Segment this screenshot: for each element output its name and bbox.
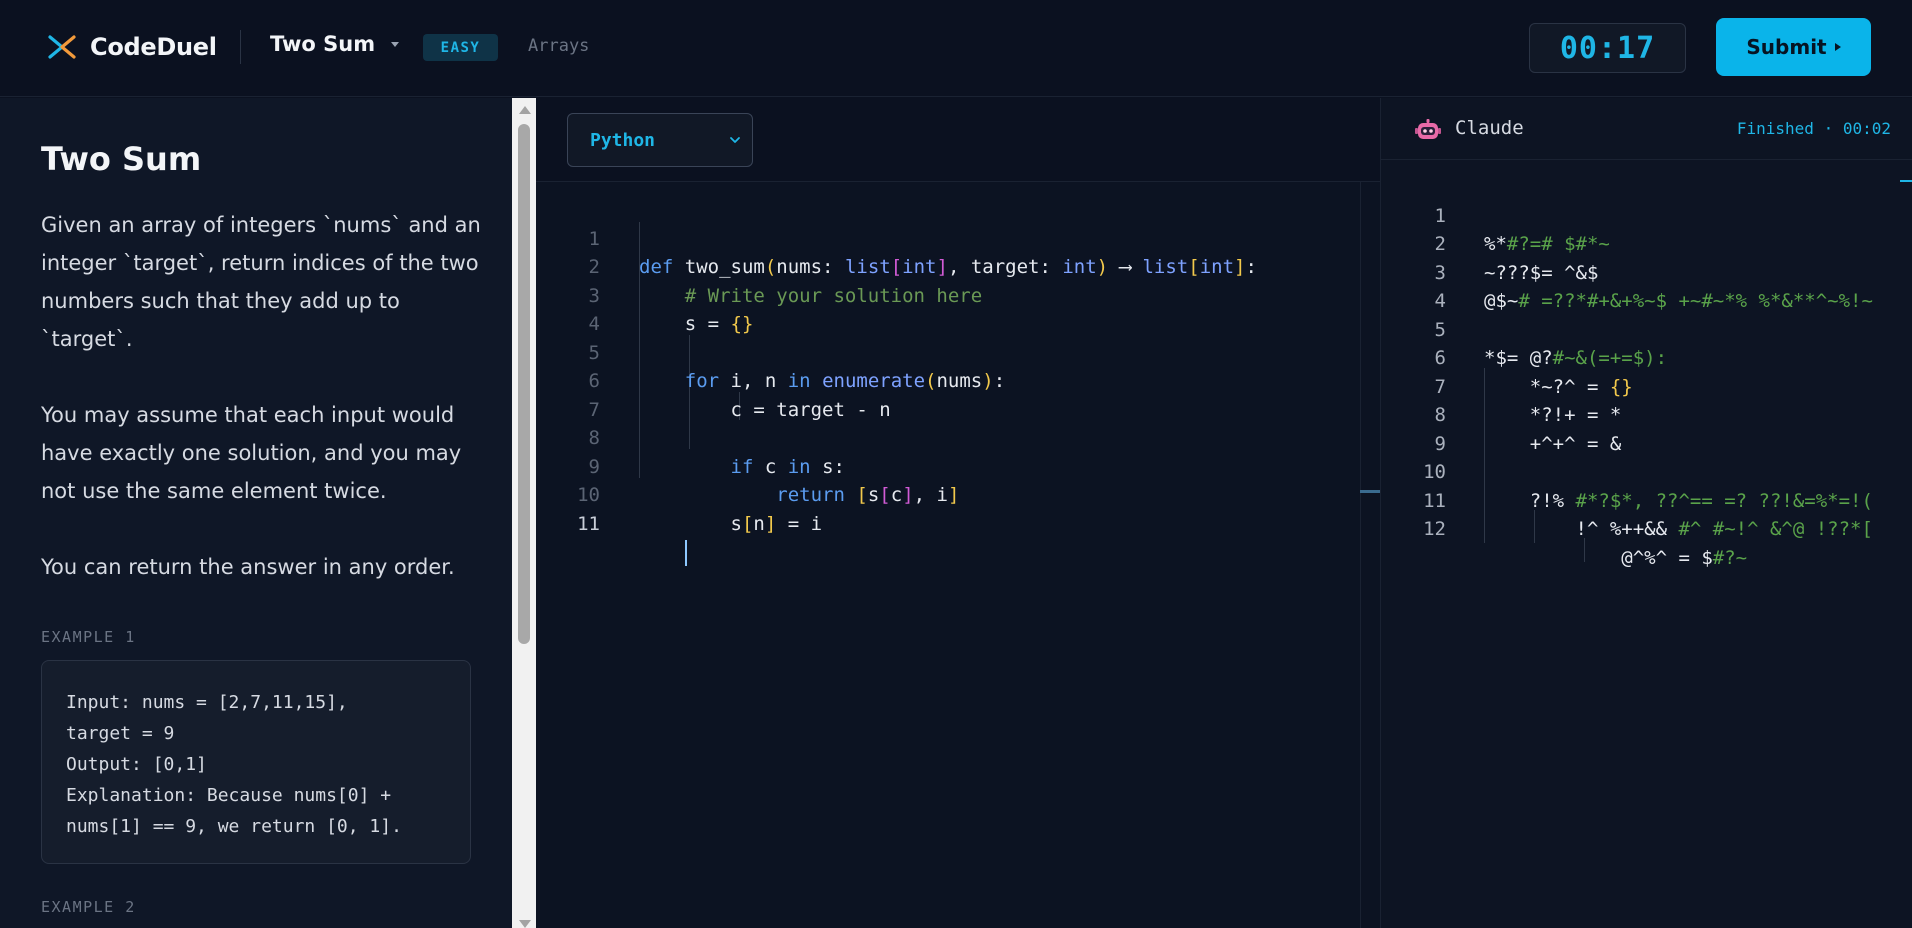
obfuscated-line: 11 !^ %++&& #^ #~!^ &^@ !??*[	[1381, 458, 1912, 541]
minimap-divider	[1360, 182, 1361, 928]
description-body: Given an array of integers `nums` and an…	[41, 206, 481, 624]
line-number: 11	[577, 512, 600, 535]
scroll-down-arrow-icon[interactable]	[519, 920, 531, 928]
opponent-header: Claude Finished · 00:02	[1381, 98, 1912, 160]
code-line: 4	[536, 282, 1380, 335]
opponent-panel: Claude Finished · 00:02 1 %*#?=# $#*~ 2 …	[1380, 98, 1912, 928]
obfuscated-line: 5 *$= @?#~&(=+=$):	[1381, 287, 1912, 370]
code-editor[interactable]: Python 1 def two_sum(nums: list[int], ta…	[536, 98, 1380, 928]
code-line: 6 c = target - n	[536, 339, 1380, 421]
description-title: Two Sum	[41, 140, 202, 178]
code-line: 1 def two_sum(nums: list[int], target: i…	[536, 196, 1380, 279]
obfuscated-line: 4	[1381, 259, 1912, 312]
language-select[interactable]: Python	[567, 113, 753, 167]
topic-tag: Arrays	[528, 36, 590, 56]
robot-icon	[1415, 119, 1441, 139]
code-line: 10 s[n] = i	[536, 453, 1380, 535]
app-logo[interactable]: CodeDuel	[46, 30, 217, 64]
opponent-name: Claude	[1455, 117, 1524, 139]
obfuscated-line: 9	[1381, 401, 1912, 455]
submit-button[interactable]: Submit	[1716, 18, 1871, 76]
top-bar: CodeDuel Two Sum EASY Arrays 00:17 Submi…	[0, 0, 1912, 97]
line-number: 12	[1423, 518, 1446, 540]
obfuscated-line: 8 +^+^ = &	[1381, 373, 1912, 455]
code-line: 7	[536, 367, 1380, 421]
code-line: 9 return [s[c], i]	[536, 424, 1380, 507]
logo-icon	[46, 31, 78, 63]
play-icon	[1834, 43, 1841, 51]
description-paragraph: You may assume that each input would hav…	[41, 403, 462, 503]
description-paragraph: Given an array of integers `nums` and an…	[41, 213, 481, 351]
example-1-label: EXAMPLE 1	[41, 628, 136, 646]
problem-description-panel: Two Sum Given an array of integers `nums…	[0, 98, 512, 928]
obfuscated-line: 1 %*#?=# $#*~	[1381, 173, 1912, 256]
opponent-scroll-indicator	[1900, 180, 1912, 182]
example-2-label: EXAMPLE 2	[41, 898, 136, 916]
chevron-down-icon	[730, 137, 740, 143]
obfuscated-line: 3 @$~# =??*#+&+%~$ +~#~*% %*&**^~%!~	[1381, 230, 1912, 313]
example-1-box: Input: nums = [2,7,11,15], target = 9 Ou…	[41, 660, 471, 864]
scroll-up-arrow-icon[interactable]	[519, 106, 531, 114]
code-line: 8 if c in s:	[536, 396, 1380, 478]
app-name: CodeDuel	[90, 33, 217, 61]
obfuscated-line: 12 @^%^ = $#?~	[1381, 487, 1912, 569]
text-cursor	[684, 539, 687, 566]
header-divider	[240, 30, 241, 64]
minimap-indicator[interactable]	[1360, 490, 1380, 493]
chevron-down-icon	[391, 41, 400, 47]
description-paragraph: You can return the answer in any order.	[41, 555, 455, 579]
opponent-code-obfuscated: 1 %*#?=# $#*~ 2 ~???$= ^&$ 3 @$~# =??*#+…	[1381, 160, 1912, 928]
code-area[interactable]: 1 def two_sum(nums: list[int], target: i…	[536, 182, 1380, 928]
timer: 00:17	[1529, 23, 1686, 73]
difficulty-badge: EASY	[423, 34, 498, 61]
obfuscated-line: 2 ~???$= ^&$	[1381, 202, 1912, 284]
editor-toolbar: Python	[536, 98, 1380, 182]
scroll-thumb[interactable]	[518, 124, 530, 644]
language-value: Python	[590, 129, 656, 151]
obfuscated-line: 10 ?!% #*?$*, ??^== =? ??!&=%*=!(	[1381, 430, 1912, 512]
problem-title: Two Sum	[270, 32, 376, 56]
code-line: 5 for i, n in enumerate(nums):	[536, 310, 1380, 393]
code-line-active: 11	[536, 481, 1380, 566]
description-scrollbar[interactable]	[512, 98, 536, 928]
obfuscated-line: 7 *?!+ = *	[1381, 344, 1912, 427]
code-line: 2 # Write your solution here	[536, 225, 1380, 307]
code-line: 3 s = {}	[536, 253, 1380, 336]
submit-label: Submit	[1746, 35, 1827, 59]
problem-selector[interactable]: Two Sum	[270, 32, 400, 56]
opponent-status: Finished · 00:02	[1736, 119, 1891, 138]
obfuscated-line: 6 *~?^ = {}	[1381, 316, 1912, 398]
